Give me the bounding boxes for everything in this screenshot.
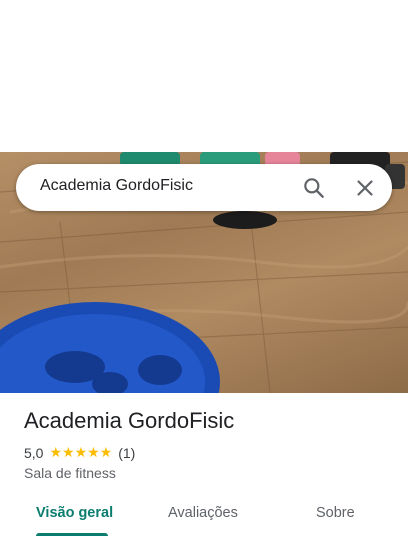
tab-bar: Visão geral Avaliações Sobre (0, 496, 408, 544)
active-tab-indicator (36, 533, 108, 536)
star-rating-icon: ★★★★★ (49, 444, 113, 460)
search-bar[interactable]: Academia GordoFisic (16, 164, 392, 211)
tab-about[interactable]: Sobre (316, 505, 355, 521)
tab-reviews[interactable]: Avaliações (168, 505, 238, 521)
rating-row[interactable]: 5,0 ★★★★★ (1) (24, 444, 135, 461)
search-input[interactable]: Academia GordoFisic (40, 177, 193, 195)
place-title: Academia GordoFisic (24, 408, 235, 433)
tab-overview[interactable]: Visão geral (36, 505, 113, 521)
search-icon[interactable] (301, 175, 327, 201)
review-count[interactable]: (1) (118, 445, 135, 461)
place-category[interactable]: Sala de fitness (24, 465, 116, 481)
close-icon[interactable] (352, 175, 378, 201)
rating-value: 5,0 (24, 444, 44, 461)
